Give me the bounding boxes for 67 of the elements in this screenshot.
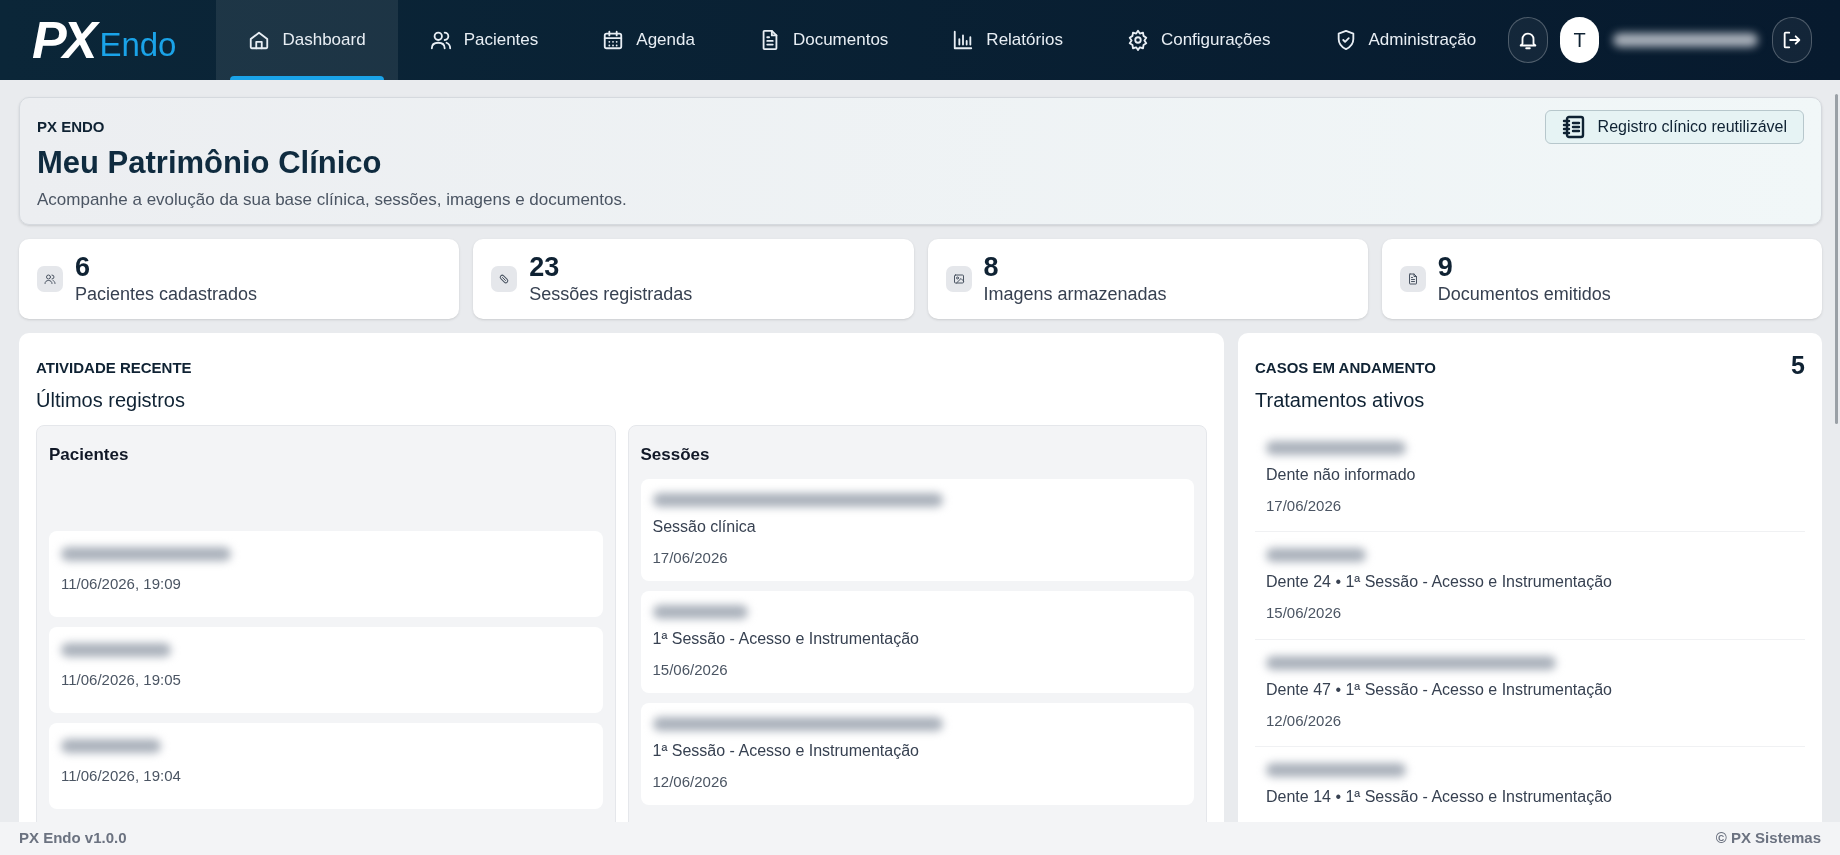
- case-detail: Dente não informado: [1266, 464, 1417, 485]
- nav-tab[interactable]: Relatórios: [920, 0, 1095, 80]
- app-version: PX Endo v1.0.0: [19, 828, 127, 849]
- case-item[interactable]: Dente 24 • 1ª Sessão - Acesso e Instrumentação 15/06/2026: [1255, 532, 1805, 640]
- notebook-icon: [1561, 115, 1586, 139]
- case-date: 15/06/2026: [1266, 603, 1343, 623]
- panel-title: Últimos registros: [36, 387, 186, 413]
- people-icon: [429, 29, 452, 51]
- nav-tab[interactable]: Dashboard: [216, 0, 398, 80]
- document-icon: [1406, 273, 1419, 285]
- panel-title: Tratamentos ativos: [1255, 387, 1426, 413]
- eyebrow-label: CASOS EM ANDAMENTO: [1255, 358, 1436, 378]
- people-icon: [44, 273, 56, 285]
- stat-label: Pacientes cadastrados: [75, 283, 258, 306]
- session-type: 1ª Sessão - Acesso e Instrumentação: [652, 628, 920, 649]
- settings-icon: [1126, 29, 1149, 51]
- timestamp: 11/06/2026, 19:04: [61, 766, 182, 786]
- logout-button[interactable]: [1772, 17, 1812, 63]
- stat-value: 9: [1437, 252, 1454, 282]
- list-title: Pacientes: [49, 443, 130, 466]
- session-date: 12/06/2026: [652, 771, 729, 792]
- case-date: 12/06/2026: [1266, 710, 1343, 731]
- page-subtitle: Acompanhe a evolução da sua base clínica, sessões, imagens e documentos.: [37, 188, 628, 211]
- nav-tab[interactable]: Agenda: [570, 0, 727, 80]
- session-date: 15/06/2026: [652, 659, 729, 680]
- timestamp: 11/06/2026, 19:09: [61, 574, 182, 594]
- clinical-record-button[interactable]: Registro clínico reutilizável: [1544, 110, 1804, 144]
- notifications-button[interactable]: [1508, 17, 1548, 63]
- bar-chart-icon: [952, 29, 975, 51]
- user-avatar[interactable]: T: [1559, 17, 1600, 63]
- case-detail: Dente 24 • 1ª Sessão - Acesso e Instrumentação: [1266, 572, 1613, 592]
- stat-label: Sessões registradas: [529, 283, 693, 306]
- copyright-text: © PX Sistemas: [1715, 828, 1821, 849]
- logo-text: Endo: [99, 26, 177, 64]
- case-detail: Dente 14 • 1ª Sessão - Acesso e Instrumentação: [1266, 787, 1613, 807]
- nav-tab[interactable]: Pacientes: [397, 0, 571, 80]
- session-type: 1ª Sessão - Acesso e Instrumentação: [652, 740, 920, 761]
- session-card[interactable]: Sessão clínica 17/06/2026: [640, 479, 1194, 581]
- calendar-icon: [602, 29, 625, 51]
- eyebrow-label: ATIVIDADE RECENTE: [36, 358, 193, 378]
- case-count: 5: [1791, 353, 1805, 377]
- nav-tab[interactable]: Administração: [1302, 0, 1509, 80]
- list-title: Sessões: [640, 443, 711, 466]
- patient-card[interactable]: 11/06/2026, 19:09: [49, 531, 603, 617]
- stat-label: Imagens armazenadas: [983, 283, 1167, 306]
- stat-value: 23: [529, 252, 561, 282]
- case-detail: Dente 47 • 1ª Sessão - Acesso e Instrumentação: [1266, 679, 1613, 700]
- house-icon: [248, 29, 271, 51]
- image-icon: [952, 273, 965, 285]
- session-card[interactable]: 1ª Sessão - Acesso e Instrumentação 15/06/2026: [640, 591, 1194, 693]
- case-date: 17/06/2026: [1266, 495, 1343, 516]
- nav-tab[interactable]: Configurações: [1094, 0, 1303, 80]
- patient-card[interactable]: 11/06/2026, 19:04: [49, 723, 603, 809]
- pill-icon: [498, 273, 511, 285]
- session-type: Sessão clínica: [652, 516, 757, 537]
- session-card[interactable]: 1ª Sessão - Acesso e Instrumentação 12/06/2026: [640, 703, 1194, 805]
- page-title: Meu Patrimônio Clínico: [37, 143, 383, 182]
- stat-label: Documentos emitidos: [1437, 283, 1611, 306]
- stat-value: 8: [983, 252, 1000, 282]
- case-item[interactable]: Dente não informado 17/06/2026: [1255, 424, 1805, 532]
- eyebrow-label: PX ENDO: [37, 117, 105, 137]
- nav-tab[interactable]: Documentos: [726, 0, 921, 80]
- patient-card[interactable]: 11/06/2026, 19:05: [49, 627, 603, 713]
- timestamp: 11/06/2026, 19:05: [61, 670, 182, 690]
- session-date: 17/06/2026: [652, 547, 729, 568]
- stat-value: 6: [75, 252, 92, 282]
- case-item[interactable]: Dente 47 • 1ª Sessão - Acesso e Instrumentação 12/06/2026: [1255, 639, 1805, 747]
